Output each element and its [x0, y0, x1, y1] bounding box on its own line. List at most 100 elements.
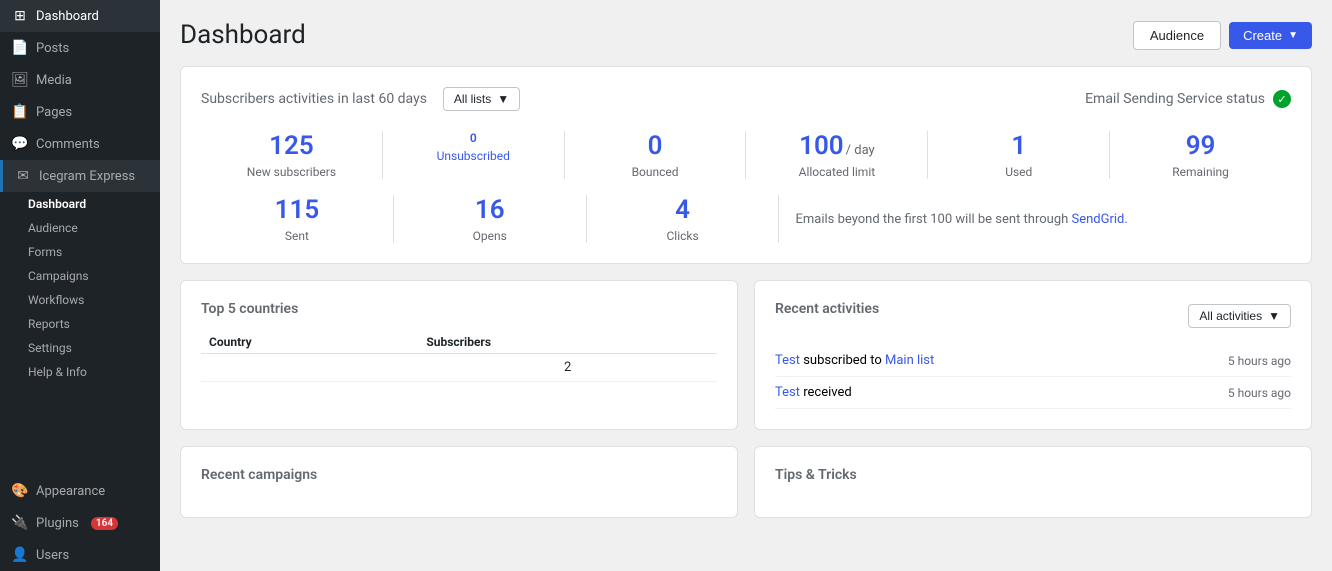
create-arrow-icon: ▼	[1288, 30, 1298, 41]
stat-label: Bounced	[581, 165, 730, 179]
all-lists-dropdown[interactable]: All lists ▼	[443, 87, 520, 111]
stat-unsubscribed: 0 Unsubscribed	[383, 131, 564, 179]
stat-unit: / day	[846, 143, 875, 158]
sidebar-item-users[interactable]: 👤 Users	[0, 539, 160, 571]
activity-time-1: 5 hours ago	[1228, 354, 1291, 368]
posts-icon: 📄	[12, 40, 28, 56]
stats-row2: 115 Sent 16 Opens 4 Clicks Emails beyond…	[201, 195, 1291, 243]
sidebar-item-media[interactable]: 🖼 Media	[0, 64, 160, 96]
activities-chevron-icon: ▼	[1268, 309, 1280, 323]
sidebar-item-dashboard[interactable]: ⊞ Dashboard	[0, 0, 160, 32]
sendgrid-note-text: Emails beyond the first 100 will be sent…	[795, 212, 1068, 227]
tips-card: Tips & Tricks	[754, 446, 1312, 518]
unsubscribed-value[interactable]: 0	[470, 131, 477, 145]
stat-number: 125	[217, 131, 366, 161]
sidebar-item-pages[interactable]: 📋 Pages	[0, 96, 160, 128]
stat-number: 1	[944, 131, 1093, 161]
sidebar-item-label: Plugins	[36, 516, 79, 531]
stat-number: 0	[399, 131, 548, 145]
email-service-section: Email Sending Service status ✓	[1085, 90, 1291, 108]
sidebar: ⊞ Dashboard 📄 Posts 🖼 Media 📋 Pages 💬 Co…	[0, 0, 160, 571]
sidebar-item-icegram[interactable]: ✉ Icegram Express	[0, 160, 160, 192]
dropdown-chevron-icon: ▼	[497, 92, 509, 106]
stat-number: 16	[410, 195, 570, 225]
sidebar-item-label: Posts	[36, 41, 69, 56]
main-content: Dashboard Audience Create ▼ Subscribers …	[160, 0, 1332, 571]
stat-number: 4	[603, 195, 763, 225]
sendgrid-link[interactable]: SendGrid.	[1072, 212, 1128, 227]
page-title: Dashboard	[180, 20, 306, 50]
activity-text: Test subscribed to Main list	[775, 353, 934, 368]
countries-title: Top 5 countries	[201, 301, 717, 317]
header-actions: Audience Create ▼	[1133, 21, 1312, 50]
activities-header: Recent activities All activities ▼	[775, 301, 1291, 331]
sidebar-item-label: Appearance	[36, 484, 105, 499]
recent-campaigns-card: Recent campaigns	[180, 446, 738, 518]
stat-sent: 115 Sent	[201, 195, 393, 243]
sendgrid-note: Emails beyond the first 100 will be sent…	[779, 195, 1291, 243]
sidebar-sub-forms[interactable]: Forms	[0, 240, 160, 264]
sidebar-sub-campaigns[interactable]: Campaigns	[0, 264, 160, 288]
sidebar-sub-dashboard[interactable]: Dashboard	[0, 192, 160, 216]
activity-text-part: subscribed to	[803, 353, 885, 368]
stat-allocated: 100 / day Allocated limit	[746, 131, 927, 179]
audience-button[interactable]: Audience	[1133, 21, 1221, 50]
activity-text-part: received	[803, 385, 851, 400]
all-lists-label: All lists	[454, 92, 491, 106]
col-subscribers: Subscribers	[418, 331, 717, 354]
tips-title: Tips & Tricks	[775, 467, 1291, 483]
page-header: Dashboard Audience Create ▼	[180, 20, 1312, 50]
sidebar-sub-help[interactable]: Help & Info	[0, 360, 160, 384]
sidebar-item-label: Users	[36, 548, 69, 563]
sidebar-item-label: Icegram Express	[39, 169, 135, 184]
sidebar-item-appearance[interactable]: 🎨 Appearance	[0, 475, 160, 507]
sidebar-sub-reports[interactable]: Reports	[0, 312, 160, 336]
sidebar-sub-audience[interactable]: Audience	[0, 216, 160, 240]
sidebar-item-label: Media	[36, 73, 72, 88]
country-subscribers: 2	[418, 354, 717, 382]
sidebar-item-comments[interactable]: 💬 Comments	[0, 128, 160, 160]
users-icon: 👤	[12, 547, 28, 563]
activity-link-test2[interactable]: Test	[775, 385, 800, 400]
icegram-icon: ✉	[15, 168, 31, 184]
stat-clicks: 4 Clicks	[587, 195, 779, 243]
create-button[interactable]: Create ▼	[1229, 22, 1312, 49]
stat-label: Remaining	[1126, 165, 1275, 179]
sidebar-item-posts[interactable]: 📄 Posts	[0, 32, 160, 64]
sidebar-item-label: Dashboard	[36, 9, 99, 24]
stat-remaining: 99 Remaining	[1110, 131, 1291, 179]
stat-label: Clicks	[603, 229, 763, 243]
email-service-title: Email Sending Service status	[1085, 91, 1265, 107]
stat-label[interactable]: Unsubscribed	[399, 149, 548, 163]
sidebar-sub-workflows[interactable]: Workflows	[0, 288, 160, 312]
stat-number: 115	[217, 195, 377, 225]
plugins-badge: 164	[91, 517, 118, 530]
sidebar-item-plugins[interactable]: 🔌 Plugins 164	[0, 507, 160, 539]
activity-link-main-list[interactable]: Main list	[885, 353, 934, 368]
create-label: Create	[1243, 28, 1282, 43]
appearance-icon: 🎨	[12, 483, 28, 499]
sidebar-item-label: Comments	[36, 137, 100, 152]
stat-label: Allocated limit	[762, 165, 911, 179]
table-row: 2	[201, 354, 717, 382]
stats-card-header: Subscribers activities in last 60 days A…	[201, 87, 1291, 111]
bottom-row: Recent campaigns Tips & Tricks	[180, 446, 1312, 534]
activities-dropdown[interactable]: All activities ▼	[1188, 304, 1291, 328]
stat-label: New subscribers	[217, 165, 366, 179]
stat-opens: 16 Opens	[394, 195, 586, 243]
activity-text: Test received	[775, 385, 852, 400]
activities-card: Recent activities All activities ▼ Test …	[754, 280, 1312, 430]
stat-number: 100 / day	[762, 131, 911, 161]
stat-label: Sent	[217, 229, 377, 243]
sidebar-sub-settings[interactable]: Settings	[0, 336, 160, 360]
dashboard-icon: ⊞	[12, 8, 28, 24]
activity-link-test1[interactable]: Test	[775, 353, 800, 368]
service-status-icon: ✓	[1273, 90, 1291, 108]
stats-row1: 125 New subscribers 0 Unsubscribed 0 Bou…	[201, 131, 1291, 179]
stat-used: 1 Used	[928, 131, 1109, 179]
activity-row-2: Test received 5 hours ago	[775, 377, 1291, 409]
stat-bounced: 0 Bounced	[565, 131, 746, 179]
plugins-icon: 🔌	[12, 515, 28, 531]
stat-number: 99	[1126, 131, 1275, 161]
stat-new-subscribers: 125 New subscribers	[201, 131, 382, 179]
